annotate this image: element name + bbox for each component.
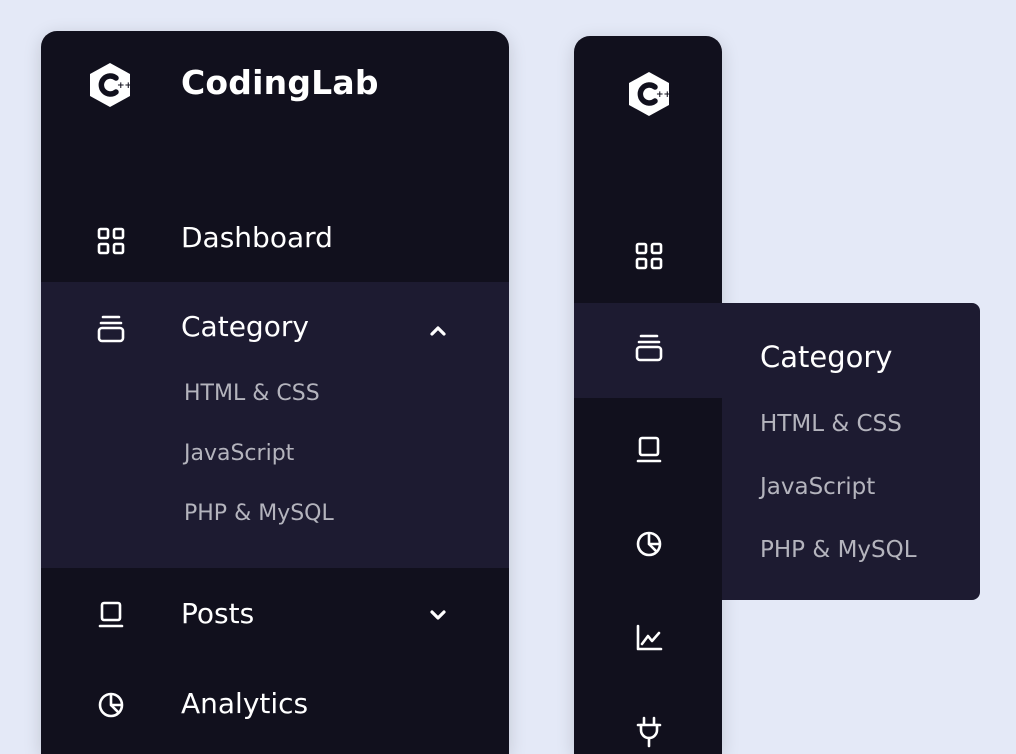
collection-icon <box>629 328 669 368</box>
nav-item-category[interactable]: Category <box>41 303 509 359</box>
nav-label-posts: Posts <box>181 597 255 630</box>
collection-icon <box>91 309 131 349</box>
nav-item-analytics[interactable]: Analytics <box>41 677 509 733</box>
nav-item-dashboard[interactable]: Dashboard <box>41 211 509 271</box>
chevron-down-icon[interactable] <box>424 601 452 629</box>
chevron-up-icon[interactable] <box>424 317 452 345</box>
pie-chart-icon <box>91 685 131 725</box>
flyout-sublink-php-mysql[interactable]: PHP & MySQL <box>760 537 917 563</box>
c-plus-hex-logo-icon[interactable]: ++ <box>625 70 673 118</box>
flyout-sublink-html-css[interactable]: HTML & CSS <box>760 411 902 437</box>
c-plus-hex-logo-icon: ++ <box>86 61 134 109</box>
sidebar-collapsed: ++ <box>574 36 722 754</box>
sublink-html-css[interactable]: HTML & CSS <box>184 381 320 406</box>
pie-chart-icon[interactable] <box>629 524 669 564</box>
brand-name[interactable]: CodingLab <box>181 63 379 102</box>
flyout-title[interactable]: Category <box>760 340 892 374</box>
plug-icon[interactable] <box>629 712 669 752</box>
svg-text:++: ++ <box>656 90 671 100</box>
sidebar-expanded: ++ CodingLab Dashboard Category HTML & C… <box>41 31 509 754</box>
line-chart-icon[interactable] <box>629 618 669 658</box>
grid-icon[interactable] <box>629 236 669 276</box>
book-icon <box>91 595 131 635</box>
svg-text:++: ++ <box>117 81 132 91</box>
sublink-php-mysql[interactable]: PHP & MySQL <box>184 501 334 526</box>
book-icon[interactable] <box>629 430 669 470</box>
nav-label-category: Category <box>181 310 309 343</box>
sublink-javascript[interactable]: JavaScript <box>184 441 294 466</box>
category-active-row[interactable] <box>574 303 722 398</box>
nav-label-analytics: Analytics <box>181 687 309 720</box>
grid-icon <box>91 221 131 261</box>
nav-item-posts[interactable]: Posts <box>41 587 509 643</box>
nav-label-dashboard: Dashboard <box>181 221 333 254</box>
flyout-sublink-javascript[interactable]: JavaScript <box>760 474 875 500</box>
category-flyout-menu: Category HTML & CSS JavaScript PHP & MyS… <box>722 303 980 600</box>
